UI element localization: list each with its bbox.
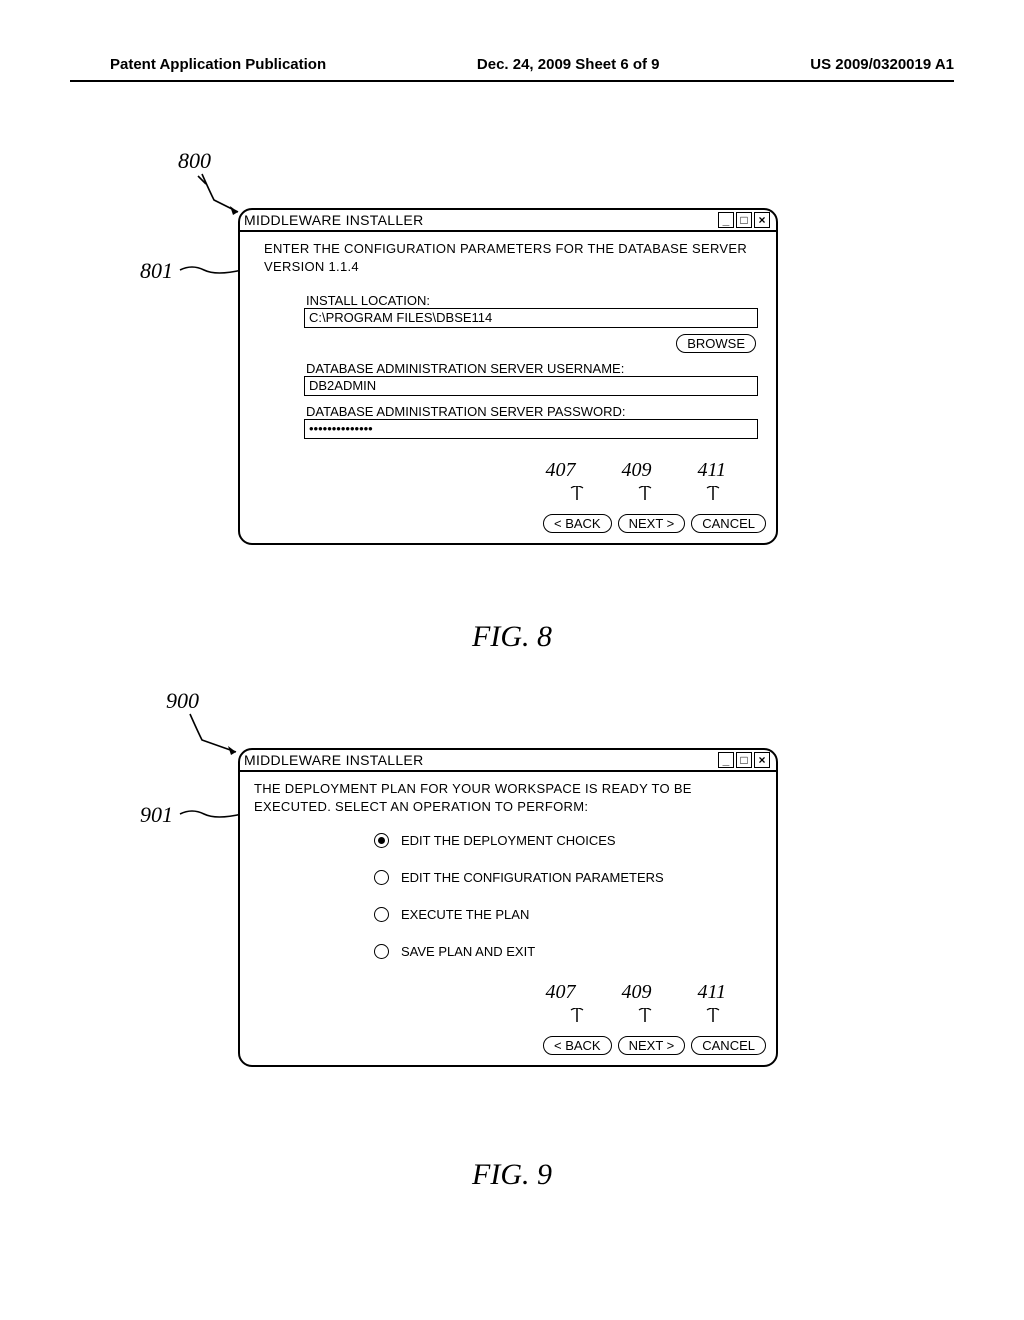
header-left: Patent Application Publication <box>110 56 326 73</box>
radio-save-exit[interactable]: SAVE PLAN AND EXIT <box>374 944 762 959</box>
titlebar-fig9: MIDDLEWARE INSTALLER _ □ × <box>240 750 776 772</box>
ref-407-fig8: 407 <box>545 459 575 482</box>
header-rule <box>70 80 954 82</box>
password-value: •••••••••••••• <box>309 421 373 436</box>
back-button[interactable]: < BACK <box>543 1036 612 1055</box>
ref-900: 900 <box>166 688 199 714</box>
dialog-body-fig9: THE DEPLOYMENT PLAN FOR YOUR WORKSPACE I… <box>240 772 776 1032</box>
ref-800: 800 <box>178 148 211 174</box>
ref-411-fig8: 411 <box>697 459 726 482</box>
nav-refs-fig8: 407 409 411 <box>254 459 762 482</box>
title-fig8: MIDDLEWARE INSTALLER <box>244 212 423 228</box>
ref-409-fig8: 409 <box>621 459 651 482</box>
nav-lines-fig9 <box>254 1008 762 1022</box>
ref-411-fig9: 411 <box>697 981 726 1004</box>
header-right: US 2009/0320019 A1 <box>810 56 954 73</box>
nav-lines-fig8 <box>254 486 762 500</box>
nav-row-fig9: < BACK NEXT > CANCEL <box>240 1032 776 1065</box>
next-button[interactable]: NEXT > <box>618 1036 686 1055</box>
titlebar-fig8: MIDDLEWARE INSTALLER _ □ × <box>240 210 776 232</box>
password-label: DATABASE ADMINISTRATION SERVER PASSWORD: <box>306 404 762 419</box>
radio-execute-plan[interactable]: EXECUTE THE PLAN <box>374 907 762 922</box>
radio-icon <box>374 833 389 848</box>
arrow-800 <box>196 172 246 216</box>
username-label: DATABASE ADMINISTRATION SERVER USERNAME: <box>306 361 762 376</box>
maximize-icon[interactable]: □ <box>736 752 752 768</box>
ref-409-fig9: 409 <box>621 981 651 1004</box>
nav-refs-fig9: 407 409 411 <box>254 981 762 1004</box>
radio-group: EDIT THE DEPLOYMENT CHOICES EDIT THE CON… <box>374 833 762 959</box>
radio-icon <box>374 907 389 922</box>
header-center: Dec. 24, 2009 Sheet 6 of 9 <box>477 56 660 73</box>
browse-button[interactable]: BROWSE <box>676 334 756 353</box>
arrow-900 <box>184 712 244 756</box>
cancel-button[interactable]: CANCEL <box>691 514 766 533</box>
radio-icon <box>374 944 389 959</box>
lead-901 <box>178 804 244 824</box>
dialog-fig8: MIDDLEWARE INSTALLER _ □ × ENTER THE CON… <box>238 208 778 545</box>
dialog-fig9: MIDDLEWARE INSTALLER _ □ × THE DEPLOYMEN… <box>238 748 778 1067</box>
title-fig9: MIDDLEWARE INSTALLER <box>244 752 423 768</box>
username-value: DB2ADMIN <box>309 378 376 393</box>
page-header: Patent Application Publication Dec. 24, … <box>0 56 1024 79</box>
cancel-button[interactable]: CANCEL <box>691 1036 766 1055</box>
radio-icon <box>374 870 389 885</box>
install-location-input[interactable]: C:\PROGRAM FILES\DBSE114 <box>304 308 758 328</box>
ref-901: 901 <box>140 802 173 828</box>
next-button[interactable]: NEXT > <box>618 514 686 533</box>
ref-407-fig9: 407 <box>545 981 575 1004</box>
caption-fig8: FIG. 8 <box>0 620 1024 654</box>
username-input[interactable]: DB2ADMIN <box>304 376 758 396</box>
password-input[interactable]: •••••••••••••• <box>304 419 758 439</box>
ref-801: 801 <box>140 258 173 284</box>
maximize-icon[interactable]: □ <box>736 212 752 228</box>
instruction-fig8: ENTER THE CONFIGURATION PARAMETERS FOR T… <box>254 240 762 275</box>
radio-label: EXECUTE THE PLAN <box>401 907 529 922</box>
caption-fig9: FIG. 9 <box>0 1158 1024 1192</box>
window-controls-fig9: _ □ × <box>718 752 772 768</box>
nav-row-fig8: < BACK NEXT > CANCEL <box>240 510 776 543</box>
install-location-value: C:\PROGRAM FILES\DBSE114 <box>309 310 492 325</box>
lead-801 <box>178 260 244 280</box>
instruction-fig9: THE DEPLOYMENT PLAN FOR YOUR WORKSPACE I… <box>254 780 762 815</box>
close-icon[interactable]: × <box>754 212 770 228</box>
window-controls: _ □ × <box>718 212 772 228</box>
minimize-icon[interactable]: _ <box>718 212 734 228</box>
close-icon[interactable]: × <box>754 752 770 768</box>
radio-edit-config[interactable]: EDIT THE CONFIGURATION PARAMETERS <box>374 870 762 885</box>
radio-label: SAVE PLAN AND EXIT <box>401 944 535 959</box>
radio-label: EDIT THE CONFIGURATION PARAMETERS <box>401 870 664 885</box>
dialog-body-fig8: ENTER THE CONFIGURATION PARAMETERS FOR T… <box>240 232 776 510</box>
back-button[interactable]: < BACK <box>543 514 612 533</box>
minimize-icon[interactable]: _ <box>718 752 734 768</box>
install-location-label: INSTALL LOCATION: <box>306 293 762 308</box>
radio-label: EDIT THE DEPLOYMENT CHOICES <box>401 833 616 848</box>
radio-edit-deployment[interactable]: EDIT THE DEPLOYMENT CHOICES <box>374 833 762 848</box>
